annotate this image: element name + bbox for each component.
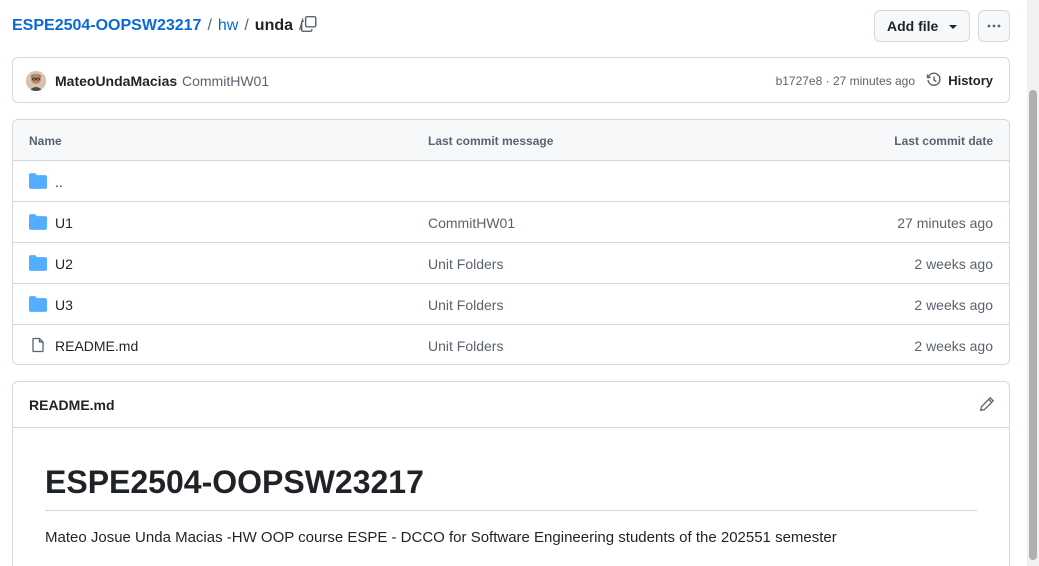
column-header-date: Last commit date xyxy=(894,134,993,148)
avatar[interactable] xyxy=(26,71,46,91)
pencil-icon xyxy=(979,396,995,412)
file-icon xyxy=(32,337,44,353)
kebab-horizontal-icon xyxy=(987,24,1001,28)
breadcrumb-repo-link[interactable]: ESPE2504-OOPSW23217 xyxy=(12,17,201,35)
commit-message-link[interactable]: CommitHW01 xyxy=(182,73,269,89)
history-label: History xyxy=(948,72,993,88)
file-name-link[interactable]: U1 xyxy=(55,215,73,231)
add-file-label: Add file xyxy=(887,18,939,34)
file-name-link[interactable]: README.md xyxy=(55,338,138,354)
table-row[interactable]: U2 Unit Folders 2 weeks ago xyxy=(13,243,1009,284)
scrollbar-thumb[interactable] xyxy=(1029,90,1037,560)
commit-date: 2 weeks ago xyxy=(914,256,993,272)
table-row[interactable]: U1 CommitHW01 27 minutes ago xyxy=(13,202,1009,243)
file-name-link[interactable]: U2 xyxy=(55,256,73,272)
commit-message-link[interactable]: CommitHW01 xyxy=(428,215,515,231)
readme-filename[interactable]: README.md xyxy=(29,397,115,413)
file-name-link[interactable]: U3 xyxy=(55,297,73,313)
breadcrumb-folder-link[interactable]: hw xyxy=(218,17,238,35)
top-bar: ESPE2504-OOPSW23217 / hw / unda / Add fi… xyxy=(12,10,1010,42)
breadcrumb-separator: / xyxy=(244,17,249,34)
folder-icon xyxy=(29,255,47,271)
history-icon xyxy=(927,72,941,86)
breadcrumb: ESPE2504-OOPSW23217 / hw / unda / xyxy=(12,17,309,35)
more-options-button[interactable] xyxy=(978,10,1010,42)
commit-date: 27 minutes ago xyxy=(897,215,993,231)
column-header-name: Name xyxy=(29,134,62,148)
copy-icon xyxy=(300,15,317,33)
commit-date: 2 weeks ago xyxy=(914,297,993,313)
table-header: Name Last commit message Last commit dat… xyxy=(13,120,1009,161)
readme-panel: README.md ESPE2504-OOPSW23217 Mateo Josu… xyxy=(12,381,1010,566)
table-row[interactable]: README.md Unit Folders 2 weeks ago xyxy=(13,325,1009,364)
readme-heading: ESPE2504-OOPSW23217 xyxy=(45,462,977,511)
column-header-message: Last commit message xyxy=(428,134,554,148)
table-row-parent[interactable]: .. xyxy=(13,161,1009,202)
folder-icon xyxy=(29,173,47,189)
history-button[interactable]: History xyxy=(926,72,993,88)
copy-path-button[interactable] xyxy=(300,15,320,35)
readme-content: ESPE2504-OOPSW23217 Mateo Josue Unda Mac… xyxy=(13,428,1009,546)
file-table: Name Last commit message Last commit dat… xyxy=(12,119,1010,365)
file-name-link[interactable]: .. xyxy=(55,174,63,190)
commit-message-link[interactable]: Unit Folders xyxy=(428,297,503,313)
edit-readme-button[interactable] xyxy=(979,396,995,412)
commit-hash-time[interactable]: b1727e8 · 27 minutes ago xyxy=(776,74,915,88)
commit-message-link[interactable]: Unit Folders xyxy=(428,256,503,272)
page-scrollbar[interactable] xyxy=(1027,0,1039,566)
folder-icon xyxy=(29,214,47,230)
table-row[interactable]: U3 Unit Folders 2 weeks ago xyxy=(13,284,1009,325)
breadcrumb-current: unda xyxy=(254,17,294,34)
breadcrumb-separator: / xyxy=(207,17,212,34)
readme-paragraph: Mateo Josue Unda Macias -HW OOP course E… xyxy=(45,529,837,546)
avatar-image xyxy=(26,71,46,91)
commit-date: 2 weeks ago xyxy=(914,338,993,354)
caret-down-icon xyxy=(949,25,957,29)
latest-commit-bar: MateoUndaMacias CommitHW01 b1727e8 · 27 … xyxy=(12,57,1010,103)
readme-header: README.md xyxy=(13,382,1009,428)
folder-icon xyxy=(29,296,47,312)
add-file-button[interactable]: Add file xyxy=(874,10,970,42)
commit-author-link[interactable]: MateoUndaMacias xyxy=(55,73,177,89)
commit-message-link[interactable]: Unit Folders xyxy=(428,338,503,354)
